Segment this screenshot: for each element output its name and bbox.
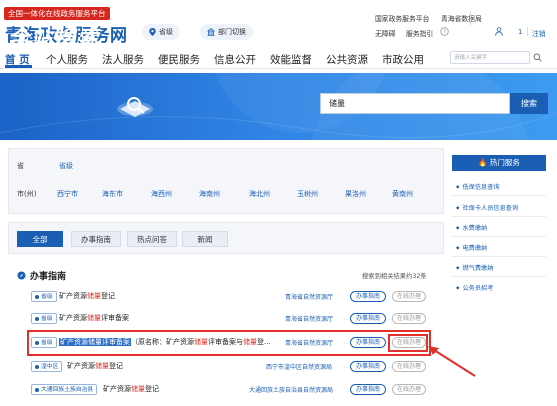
hot-services-title: 热门服务: [489, 158, 520, 167]
service-name[interactable]: 矿产资源储量登记: [67, 361, 123, 371]
nav-legal-person[interactable]: 法人服务: [102, 52, 144, 67]
city-option[interactable]: 果洛州: [345, 189, 366, 199]
city-option[interactable]: 玉树州: [297, 189, 318, 199]
guide-button[interactable]: 办事指南: [350, 291, 386, 302]
province-filter-option[interactable]: 省级: [59, 161, 73, 171]
svg-text:?: ?: [443, 30, 446, 36]
help-icon[interactable]: ?: [440, 27, 449, 38]
divider: [452, 256, 546, 257]
user-counter: 1: [518, 28, 523, 36]
online-handle-button[interactable]: 在线办理: [392, 384, 426, 395]
section-title-text: 办事指南: [30, 272, 67, 282]
table-row[interactable]: 湟中区 矿产资源储量登记 西宁市湟中区自然资源局 办事指南 在线办理: [27, 358, 437, 376]
tab-hot-qa[interactable]: 热点问答: [127, 231, 177, 247]
nav-search-input[interactable]: 请输入关键字: [450, 51, 530, 64]
nav-active-underline: [5, 65, 32, 68]
logout-link[interactable]: 注销: [532, 28, 546, 38]
header-divider: [527, 27, 528, 36]
global-search-input[interactable]: 储量: [320, 93, 510, 114]
level-badge: 省级: [31, 337, 57, 348]
divider: [452, 276, 546, 277]
nav-convenience[interactable]: 便民服务: [158, 52, 200, 67]
table-row[interactable]: 省级 矿产资源储量评审备案 青海省自然资源厅 办事指南 在线办理: [27, 310, 437, 328]
nav-personal[interactable]: 个人服务: [46, 52, 88, 67]
province-data-link[interactable]: 青海省数据局: [441, 13, 482, 23]
online-handle-button[interactable]: 在线办理: [392, 313, 426, 324]
department-name[interactable]: 青海省自然资源厅: [285, 292, 333, 301]
hot-service-item[interactable]: 电费缴纳: [456, 243, 487, 252]
service-name[interactable]: 矿产资源储量评审备案（原名称：矿产资源储量评审备案与储量登...: [59, 337, 271, 347]
service-name[interactable]: 矿产资源储量登记: [103, 384, 159, 394]
accessibility-link[interactable]: 无障碍: [375, 28, 395, 38]
selected-text: 矿产资源储量评审备案: [59, 338, 131, 346]
dept-switch-button[interactable]: 部门切换: [200, 24, 253, 40]
department-name[interactable]: 大通回族土族自治县自然资源局: [249, 385, 333, 394]
city-option[interactable]: 黄南州: [392, 189, 413, 199]
city-option[interactable]: 西宁市: [57, 189, 78, 199]
platform-slogan: 全国一体化在线政务服务平台: [4, 7, 110, 20]
hot-services-header: 🔥 热门服务: [452, 155, 546, 171]
service-guide-link[interactable]: 服务指引: [406, 28, 433, 38]
department-name[interactable]: 西宁市湟中区自然资源局: [266, 362, 332, 371]
nav-info-public[interactable]: 信息公开: [214, 52, 256, 67]
online-handle-button[interactable]: 在线办理: [392, 291, 426, 302]
hot-service-item[interactable]: 社保卡人员信息查询: [456, 203, 518, 212]
guide-button[interactable]: 办事指南: [350, 313, 386, 324]
dept-switch-label: 部门切换: [218, 28, 246, 36]
region-label: 省级: [159, 28, 173, 36]
header-divider: [470, 11, 471, 25]
tab-all[interactable]: 全部: [17, 231, 63, 247]
tab-guide[interactable]: 办事指南: [71, 231, 121, 247]
table-row[interactable]: 大通回族土族自治县 矿产资源储量登记 大通回族土族自治县自然资源局 办事指南 在…: [27, 381, 437, 399]
city-option[interactable]: 海西州: [151, 189, 172, 199]
divider: [452, 216, 546, 217]
global-search-button[interactable]: 搜索: [510, 93, 548, 114]
nav-public-resources[interactable]: 公共资源: [326, 52, 368, 67]
location-pin-icon: [149, 28, 156, 36]
guide-button[interactable]: 办事指南: [350, 384, 386, 395]
search-icon[interactable]: [533, 53, 542, 64]
table-row[interactable]: 省级 矿产资源储量评审备案（原名称：矿产资源储量评审备案与储量登... 青海省自…: [27, 334, 437, 352]
level-badge: 湟中区: [31, 361, 63, 372]
level-badge: 省级: [31, 291, 57, 302]
tab-news[interactable]: 新闻: [182, 231, 228, 247]
guide-button[interactable]: 办事指南: [350, 361, 386, 372]
nav-supervision[interactable]: 效能监督: [270, 52, 312, 67]
hot-service-item[interactable]: 公务员招考: [456, 283, 493, 292]
province-filter-label: 省: [17, 162, 24, 170]
magnifier-illustration-icon: [114, 93, 156, 121]
department-name[interactable]: 青海省自然资源厅: [285, 338, 333, 347]
section-compass-icon: [17, 271, 26, 280]
user-icon[interactable]: [495, 27, 503, 38]
building-icon: [207, 28, 215, 36]
fire-icon: 🔥: [478, 158, 488, 167]
hot-service-item[interactable]: 燃气费缴纳: [456, 263, 493, 272]
level-badge: 省级: [31, 313, 57, 324]
banner-title: 全站搜索: [8, 26, 100, 50]
result-count: 搜索到相关结果约32条: [362, 273, 427, 280]
divider: [452, 195, 546, 196]
city-filter-label: 市(州): [17, 190, 37, 198]
nav-municipal[interactable]: 市政公用: [382, 52, 424, 67]
city-option[interactable]: 海东市: [102, 189, 123, 199]
department-name[interactable]: 青海省自然资源厅: [285, 314, 333, 323]
region-filter-panel: 省 省级 市(州) 西宁市 海东市 海西州 海南州 海北州 玉树州 果洛州 黄南…: [8, 148, 444, 214]
national-platform-link[interactable]: 国家政务服务平台: [375, 13, 429, 23]
divider: [452, 236, 546, 237]
city-option[interactable]: 海南州: [199, 189, 220, 199]
table-row[interactable]: 省级 矿产资源储量登记 青海省自然资源厅 办事指南 在线办理: [27, 288, 437, 306]
section-title: 办事指南: [17, 269, 66, 282]
level-badge: 大通回族土族自治县: [31, 384, 98, 395]
result-type-tabs: 全部 办事指南 热点问答 新闻: [8, 222, 444, 254]
service-name[interactable]: 矿产资源储量评审备案: [59, 313, 129, 323]
city-option[interactable]: 海北州: [249, 189, 270, 199]
annotation-arrow-icon: [428, 346, 476, 377]
guide-button[interactable]: 办事指南: [350, 337, 386, 348]
region-selector[interactable]: 省级: [142, 24, 180, 40]
hot-service-item[interactable]: 水费缴纳: [456, 223, 487, 232]
service-name[interactable]: 矿产资源储量登记: [59, 291, 115, 301]
hot-service-item[interactable]: 低保信息查询: [456, 182, 499, 191]
